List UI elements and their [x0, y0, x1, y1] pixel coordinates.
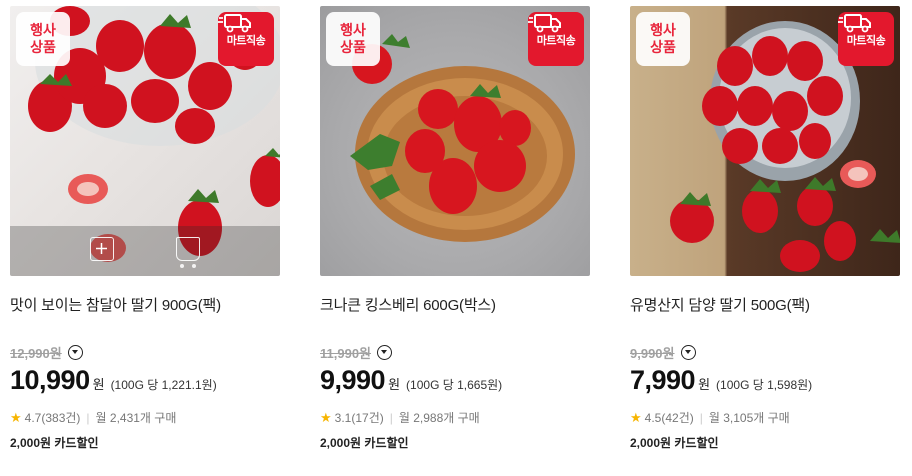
product-card[interactable]: 행사 상품 마트직송 크나큰 킹스베리 600G(박스) 11,990원 9,9…: [320, 6, 590, 466]
add-compare-icon[interactable]: [90, 237, 114, 261]
monthly-purchases: 월 3,105개 구매: [708, 411, 790, 425]
rating-value: 4.7: [24, 410, 42, 425]
truck-icon: [838, 14, 871, 33]
price-amount: 7,990: [630, 365, 696, 395]
image-pagination: [180, 264, 196, 268]
truck-icon: [218, 14, 251, 33]
divider: |: [699, 410, 703, 425]
original-price: 11,990원: [320, 343, 393, 362]
original-price-value: 11,990원: [320, 346, 372, 361]
event-badge: 행사 상품: [16, 12, 70, 66]
truck-icon: [528, 14, 561, 33]
price-amount: 10,990: [10, 365, 90, 395]
rating-row: ★ 4.5 (42건) | 월 3,105개 구매: [630, 409, 790, 426]
star-icon: ★: [630, 409, 642, 425]
card-discount: 2,000원 카드할인: [630, 436, 719, 450]
product-title[interactable]: 유명산지 담양 딸기 500G(팩): [630, 294, 810, 315]
chevron-down-circle-icon[interactable]: [377, 345, 393, 360]
monthly-purchases: 월 2,431개 구매: [95, 411, 177, 425]
product-card[interactable]: 행사 상품 마트직송 유명산지 담양 딸기 500G(팩) 9,990원 7,9…: [630, 6, 900, 466]
star-icon: ★: [320, 409, 332, 425]
review-count[interactable]: (17건): [351, 409, 383, 426]
price-currency: 원: [92, 377, 105, 392]
star-icon: ★: [10, 409, 22, 425]
product-image[interactable]: 행사 상품 마트직송: [630, 6, 900, 276]
price-currency: 원: [698, 377, 711, 392]
product-image[interactable]: 행사 상품 마트직송: [10, 6, 280, 276]
rating-value: 3.1: [334, 410, 352, 425]
original-price: 9,990원: [630, 343, 696, 362]
unit-price: (100G 당 1,598원): [716, 378, 813, 392]
product-image[interactable]: 행사 상품 마트직송: [320, 6, 590, 276]
rating-row: ★ 3.1 (17건) | 월 2,988개 구매: [320, 409, 480, 426]
sale-price: 9,990 원 (100G 당 1,665원): [320, 365, 502, 396]
monthly-purchases: 월 2,988개 구매: [398, 411, 480, 425]
cart-icon[interactable]: [176, 237, 200, 261]
sale-price: 7,990 원 (100G 당 1,598원): [630, 365, 812, 396]
sale-price: 10,990 원 (100G 당 1,221.1원): [10, 365, 217, 396]
event-badge: 행사 상품: [326, 12, 380, 66]
chevron-down-circle-icon[interactable]: [680, 345, 696, 360]
product-title[interactable]: 크나큰 킹스베리 600G(박스): [320, 294, 496, 315]
rating-value: 4.5: [644, 410, 662, 425]
original-price-value: 9,990원: [630, 346, 675, 361]
review-count[interactable]: (383건): [41, 409, 80, 426]
mart-delivery-badge: 마트직송: [528, 12, 584, 66]
mart-delivery-badge: 마트직송: [838, 12, 894, 66]
divider: |: [389, 410, 393, 425]
card-discount: 2,000원 카드할인: [320, 436, 409, 450]
chevron-down-circle-icon[interactable]: [67, 345, 83, 360]
unit-price: (100G 당 1,221.1원): [110, 378, 217, 392]
review-count[interactable]: (42건): [661, 409, 693, 426]
price-currency: 원: [388, 377, 401, 392]
original-price-value: 12,990원: [10, 346, 62, 361]
divider: |: [86, 410, 90, 425]
event-badge: 행사 상품: [636, 12, 690, 66]
product-card[interactable]: 행사 상품 마트직송 맛이 보이는 참달아 딸기 900G(팩) 12,990원…: [10, 6, 280, 466]
rating-row: ★ 4.7 (383건) | 월 2,431개 구매: [10, 409, 176, 426]
product-title[interactable]: 맛이 보이는 참달아 딸기 900G(팩): [10, 294, 221, 315]
price-amount: 9,990: [320, 365, 386, 395]
mart-delivery-badge: 마트직송: [218, 12, 274, 66]
original-price: 12,990원: [10, 343, 83, 362]
image-hover-bar: [10, 226, 280, 276]
unit-price: (100G 당 1,665원): [406, 378, 503, 392]
card-discount: 2,000원 카드할인: [10, 436, 99, 450]
